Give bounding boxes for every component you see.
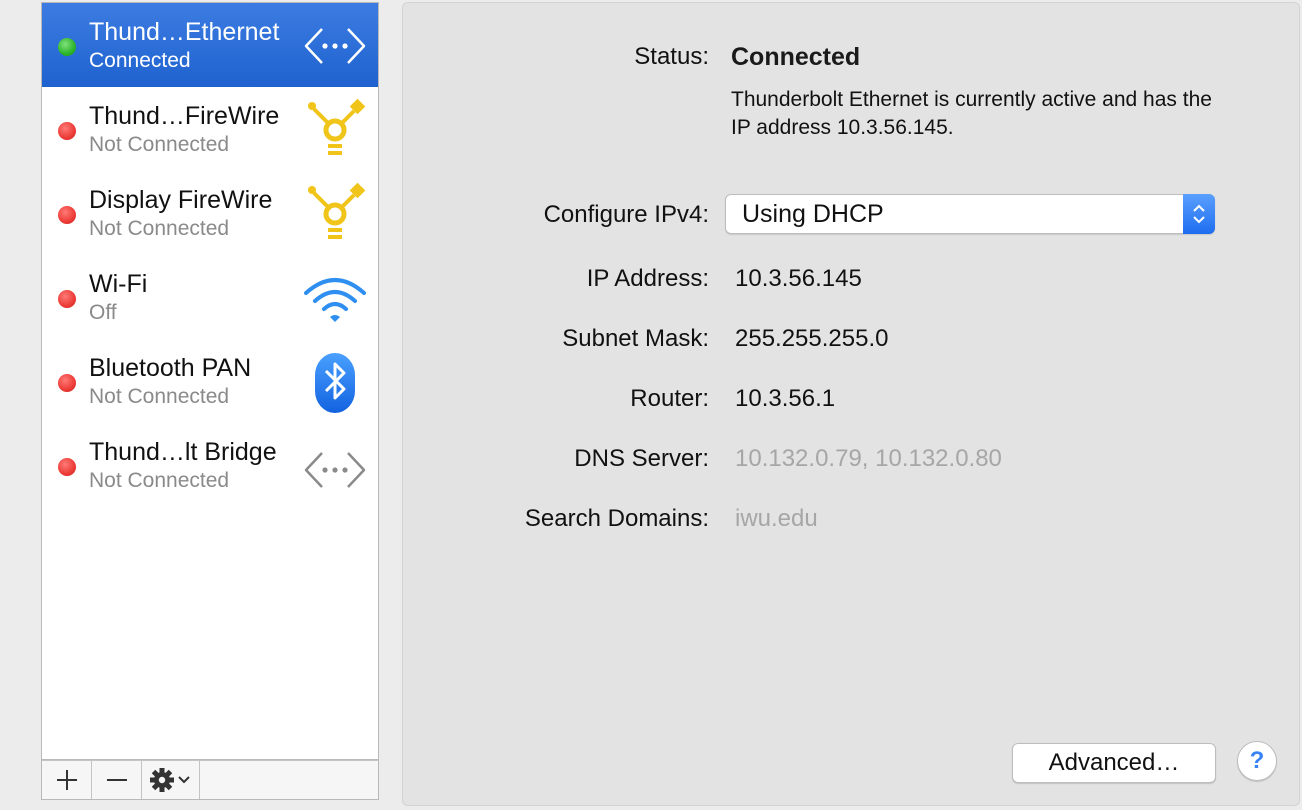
bridge-icon xyxy=(302,433,368,499)
search-domains-label: Search Domains: xyxy=(524,505,709,532)
configure-ipv4-select[interactable]: Using DHCP xyxy=(725,194,1215,234)
service-item-wifi[interactable]: Wi-Fi Off xyxy=(42,255,378,339)
status-dot-disconnected xyxy=(58,458,76,476)
status-value: Connected xyxy=(731,43,861,71)
ethernet-icon xyxy=(302,13,368,79)
configure-ipv4-label: Configure IPv4: xyxy=(543,201,709,228)
service-status: Connected xyxy=(89,49,191,72)
service-item-thunderbolt-firewire[interactable]: Thund…FireWire Not Connected xyxy=(42,87,378,171)
subnet-mask-label: Subnet Mask: xyxy=(562,325,709,352)
action-menu-button[interactable] xyxy=(142,761,200,799)
dns-server-label: DNS Server: xyxy=(574,445,709,472)
ip-address-label: IP Address: xyxy=(586,265,709,292)
service-name: Thund…Ethernet xyxy=(89,18,280,46)
subnet-mask-value: 255.255.255.0 xyxy=(735,325,889,352)
select-arrows-icon xyxy=(1183,194,1215,234)
service-item-thunderbolt-bridge[interactable]: Thund…lt Bridge Not Connected xyxy=(42,423,378,507)
service-item-bluetooth-pan[interactable]: Bluetooth PAN Not Connected xyxy=(42,339,378,423)
service-status: Not Connected xyxy=(89,217,230,240)
status-dot-disconnected xyxy=(58,206,76,224)
service-list-toolbar xyxy=(41,760,379,800)
wifi-icon xyxy=(302,265,368,331)
firewire-icon xyxy=(302,97,368,163)
dns-server-value: 10.132.0.79, 10.132.0.80 xyxy=(735,445,1002,472)
status-dot-disconnected xyxy=(58,374,76,392)
plus-icon xyxy=(56,770,77,790)
service-status: Not Connected xyxy=(89,469,230,492)
service-status: Not Connected xyxy=(89,385,230,408)
add-service-button[interactable] xyxy=(42,761,92,799)
network-preferences-window: Thund…Ethernet Connected Thund…FireWire … xyxy=(0,0,1302,810)
service-detail-panel: Status: Connected Thunderbolt Ethernet i… xyxy=(402,2,1300,806)
ip-address-value: 10.3.56.145 xyxy=(735,265,862,292)
service-name: Bluetooth PAN xyxy=(89,354,252,382)
router-value: 10.3.56.1 xyxy=(735,385,836,412)
service-list[interactable]: Thund…Ethernet Connected Thund…FireWire … xyxy=(41,2,379,760)
status-description: Thunderbolt Ethernet is currently active… xyxy=(731,88,1212,139)
status-dot-disconnected xyxy=(58,290,76,308)
service-status: Not Connected xyxy=(89,133,230,156)
advanced-button[interactable]: Advanced… xyxy=(1012,743,1216,783)
service-name: Thund…lt Bridge xyxy=(89,438,277,466)
firewire-icon xyxy=(302,181,368,247)
status-dot-connected xyxy=(58,38,76,56)
bluetooth-icon xyxy=(302,349,368,415)
service-item-display-firewire[interactable]: Display FireWire Not Connected xyxy=(42,171,378,255)
service-status: Off xyxy=(89,301,117,324)
minus-icon xyxy=(106,779,127,781)
search-domains-value: iwu.edu xyxy=(735,505,818,532)
service-name: Display FireWire xyxy=(89,186,273,214)
service-item-thunderbolt-ethernet[interactable]: Thund…Ethernet Connected xyxy=(42,3,378,87)
service-name: Wi-Fi xyxy=(89,270,148,298)
remove-service-button[interactable] xyxy=(92,761,142,799)
configure-ipv4-value: Using DHCP xyxy=(742,200,884,228)
status-label: Status: xyxy=(634,43,709,70)
help-button[interactable]: ? xyxy=(1237,741,1277,781)
service-name: Thund…FireWire xyxy=(89,102,280,130)
gear-icon xyxy=(149,768,190,792)
router-label: Router: xyxy=(630,385,709,412)
status-dot-disconnected xyxy=(58,122,76,140)
